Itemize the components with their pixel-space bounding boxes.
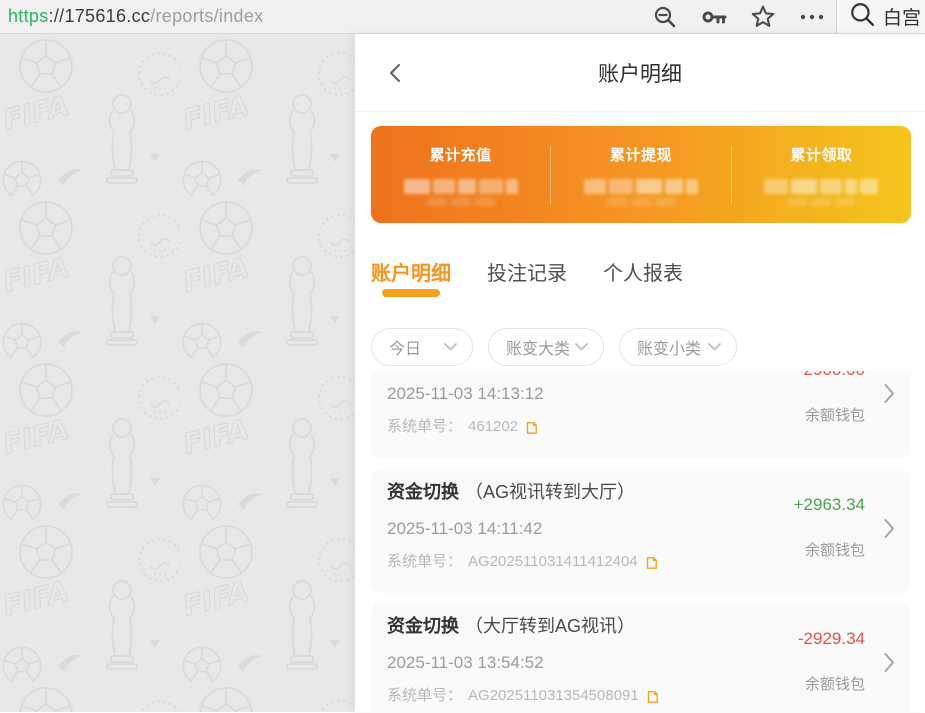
copy-icon[interactable]: [645, 689, 659, 704]
transaction-wallet: 余额钱包: [798, 673, 865, 694]
bookmark-star-icon[interactable]: [738, 4, 787, 29]
filter-major-category-dropdown[interactable]: 账变大类: [488, 328, 604, 366]
masked-value-echo: [371, 198, 550, 206]
url-host: 175616.cc: [64, 6, 150, 26]
summary-total-withdraw: 累计提现: [551, 144, 730, 206]
filter-label: 今日: [389, 335, 421, 359]
filter-label: 账变大类: [506, 335, 570, 359]
tab-bet-records[interactable]: 投注记录: [487, 257, 567, 302]
order-number: 461202: [468, 418, 518, 436]
filter-label: 账变小类: [637, 335, 701, 359]
transaction-row[interactable]: 2025-11-03 14:13:12 系统单号：461202 -2900.00…: [371, 371, 911, 458]
order-number: AG202511031354508091: [468, 687, 639, 705]
url-text[interactable]: https://175616.cc/reports/index: [8, 6, 263, 27]
tab-account-detail[interactable]: 账户明细: [371, 257, 451, 302]
summary-total-claimed: 累计领取: [732, 144, 911, 206]
app-header: 账户明细: [355, 34, 925, 112]
zoom-out-icon[interactable]: [640, 5, 689, 29]
page-content: FIFA: [0, 34, 925, 712]
tab-label: 账户明细: [371, 263, 451, 285]
tab-personal-report[interactable]: 个人报表: [603, 257, 683, 302]
filter-bar: 今日 账变大类 账变小类: [355, 302, 925, 371]
chevron-down-icon: [708, 343, 721, 351]
more-ellipsis-icon[interactable]: [787, 5, 836, 29]
fifa-watermark-background: FIFA: [0, 34, 355, 712]
masked-value: [551, 179, 730, 194]
masked-value-echo: [732, 198, 911, 206]
list-item-clipped-wrapper: 2025-11-03 14:13:12 系统单号：461202 -2900.00…: [371, 371, 911, 459]
transaction-wallet: 余额钱包: [794, 539, 865, 560]
key-icon[interactable]: [689, 5, 738, 29]
chevron-right-icon[interactable]: [884, 519, 895, 544]
filter-minor-category-dropdown[interactable]: 账变小类: [619, 328, 737, 366]
transaction-amount: +2963.34: [794, 496, 865, 514]
chevron-down-icon: [575, 343, 588, 351]
side-panel-label: 白宫: [883, 3, 921, 30]
summary-total-deposit: 累计充值: [371, 144, 550, 206]
url-path: /reports/index: [150, 6, 263, 26]
active-tab-underline: [382, 289, 440, 297]
copy-icon[interactable]: [524, 420, 538, 435]
summary-label: 累计充值: [371, 144, 550, 165]
filter-date-dropdown[interactable]: 今日: [371, 328, 473, 366]
url-separator: ://: [49, 6, 65, 26]
transaction-row[interactable]: 资金切换（AG视讯转到大厅） 2025-11-03 14:11:42 系统单号：…: [371, 469, 911, 593]
transaction-subtitle: （AG视讯转到大厅）: [465, 482, 635, 502]
transaction-amount: -2900.00: [798, 371, 865, 379]
transaction-title-text: 资金切换: [387, 482, 459, 502]
copy-icon[interactable]: [644, 555, 658, 570]
tab-label: 个人报表: [603, 263, 683, 285]
order-label: 系统单号：: [387, 687, 462, 705]
summary-section: 累计充值 累计提现 累计领取: [355, 112, 925, 235]
transaction-subtitle: （大厅转到AG视讯）: [465, 616, 635, 636]
transaction-right-column: +2963.34 余额钱包: [794, 496, 865, 560]
order-number: AG202511031411412404: [468, 553, 638, 571]
order-label: 系统单号：: [387, 553, 462, 571]
tab-label: 投注记录: [487, 263, 567, 285]
back-chevron-icon[interactable]: [385, 61, 409, 85]
masked-value: [732, 179, 911, 194]
browser-address-bar: https://175616.cc/reports/index 白宫: [0, 0, 925, 34]
order-label: 系统单号：: [387, 418, 462, 436]
transaction-title-text: 资金切换: [387, 616, 459, 636]
chevron-right-icon[interactable]: [884, 384, 895, 409]
url-scheme: https: [8, 6, 49, 26]
summary-label: 累计领取: [732, 144, 911, 165]
chevron-down-icon: [444, 343, 457, 351]
browser-toolbar-icons: 白宫: [640, 0, 925, 33]
transaction-wallet: 余额钱包: [798, 404, 865, 425]
transaction-right-column: -2929.34 余额钱包: [798, 630, 865, 694]
masked-value: [371, 179, 550, 194]
summary-card: 累计充值 累计提现 累计领取: [371, 126, 911, 223]
chevron-right-icon[interactable]: [884, 653, 895, 678]
transaction-amount: -2929.34: [798, 630, 865, 648]
side-panel-strip: 白宫: [837, 0, 925, 33]
transaction-row[interactable]: 资金切换（大厅转到AG视讯） 2025-11-03 13:54:52 系统单号：…: [371, 603, 911, 712]
masked-value-echo: [551, 198, 730, 206]
search-icon[interactable]: [849, 1, 875, 32]
page-title: 账户明细: [598, 58, 682, 88]
summary-label: 累计提现: [551, 144, 730, 165]
fifa-pattern-svg: FIFA: [0, 34, 355, 712]
transaction-list[interactable]: 2025-11-03 14:13:12 系统单号：461202 -2900.00…: [355, 371, 925, 712]
tab-bar: 账户明细 投注记录 个人报表: [355, 235, 925, 302]
mobile-app-panel: 账户明细 累计充值 累计提现 累计领取: [355, 34, 925, 712]
transaction-right-column: -2900.00 余额钱包: [798, 371, 865, 425]
